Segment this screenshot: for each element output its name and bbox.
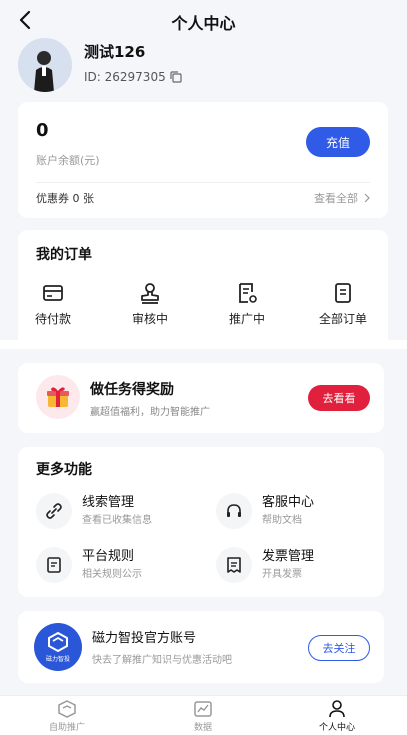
screenshot-gap [0,340,407,349]
official-account-card: 磁力智投 磁力智投官方账号 快去了解推广知识与优惠活动吧 去关注 [18,611,384,683]
chevron-right-icon [364,193,370,203]
order-promoting[interactable]: 推广中 [207,282,287,327]
official-logo: 磁力智投 [34,623,82,671]
more-functions-title: 更多功能 [36,462,92,478]
view-all-label: 查看全部 [314,192,358,205]
doc-list-icon [335,283,351,303]
lead-management[interactable]: 线索管理 查看已收集信息 [36,491,206,531]
balance-value: 0 [36,120,49,141]
order-pending-payment[interactable]: 待付款 [13,282,93,327]
link-icon [36,493,72,529]
func-subtitle: 帮助文档 [262,515,302,526]
func-title: 客服中心 [262,495,315,510]
task-reward-card: 做任务得奖励 赢超值福利，助力智能推广 去看看 [18,363,384,433]
gift-icon [36,375,80,419]
header: 个人中心 [0,0,407,40]
orders-card: 我的订单 待付款 审核中 推广中 全部订单 [18,230,388,340]
rules-doc-icon [36,547,72,583]
invoice-icon [216,547,252,583]
order-under-review[interactable]: 审核中 [110,282,190,327]
func-subtitle: 查看已收集信息 [82,515,152,526]
logo-text: 磁力智投 [45,655,70,663]
invoice-management[interactable]: 发票管理 开具发票 [216,545,386,585]
func-subtitle: 相关规则公示 [82,569,142,580]
username: 测试126 [84,43,146,61]
order-label: 推广中 [228,312,265,326]
balance-label: 账户余额(元) [36,154,100,167]
doc-edit-icon [239,283,257,303]
func-title: 平台规则 [82,549,135,564]
orders-title: 我的订单 [36,247,92,263]
view-all-coupons-link[interactable]: 查看全部 [314,190,370,206]
avatar[interactable] [18,38,72,92]
page-title: 个人中心 [171,14,236,33]
order-all[interactable]: 全部订单 [303,282,383,327]
order-label: 全部订单 [318,312,367,326]
divider [36,182,370,183]
order-label: 待付款 [34,312,71,326]
func-title: 线索管理 [82,495,135,510]
person-icon [329,700,345,718]
profile-section: 测试126 ID: 26297305 [18,38,388,94]
user-id-text: ID: 26297305 [84,70,166,84]
tab-label: 数据 [193,723,212,733]
bottom-tab-bar: 自助推广 数据 个人中心 [0,695,407,735]
customer-service[interactable]: 客服中心 帮助文档 [216,491,386,531]
official-title: 磁力智投官方账号 [92,631,197,646]
more-functions-card: 更多功能 线索管理 查看已收集信息 客服中心 帮助文档 平台规则 相关规则公示 [18,447,384,597]
chart-icon [194,701,212,717]
balance-card: 0 账户余额(元) 充值 优惠券 0 张 查看全部 [18,102,388,218]
magnet-logo-icon [48,631,68,652]
official-subtitle: 快去了解推广知识与优惠活动吧 [92,655,232,666]
profile-screen-top: 个人中心 测试126 ID: 26297305 0 账户余额(元) 充值 优惠券… [0,0,407,340]
profile-screen-bottom: 做任务得奖励 赢超值福利，助力智能推广 去看看 更多功能 线索管理 查看已收集信… [0,349,407,735]
card-icon [43,285,63,301]
task-subtitle: 赢超值福利，助力智能推广 [90,407,210,418]
stamp-icon [141,283,159,304]
follow-button[interactable]: 去关注 [308,635,370,661]
platform-rules[interactable]: 平台规则 相关规则公示 [36,545,206,585]
func-subtitle: 开具发票 [262,569,302,580]
headset-icon [216,493,252,529]
tab-personal-center[interactable]: 个人中心 [292,700,382,733]
coupon-count[interactable]: 优惠券 0 张 [36,190,94,206]
go-watch-button[interactable]: 去看看 [308,385,370,411]
copy-icon[interactable] [170,71,182,83]
tab-label: 自助推广 [48,723,85,733]
tab-label: 个人中心 [318,723,355,733]
recharge-button[interactable]: 充值 [306,127,370,157]
user-id: ID: 26297305 [84,70,182,84]
func-title: 发票管理 [262,549,315,564]
order-label: 审核中 [131,312,168,326]
task-title: 做任务得奖励 [90,382,174,398]
tab-data[interactable]: 数据 [158,700,248,733]
promote-icon [58,700,76,718]
tab-self-promote[interactable]: 自助推广 [22,700,112,733]
